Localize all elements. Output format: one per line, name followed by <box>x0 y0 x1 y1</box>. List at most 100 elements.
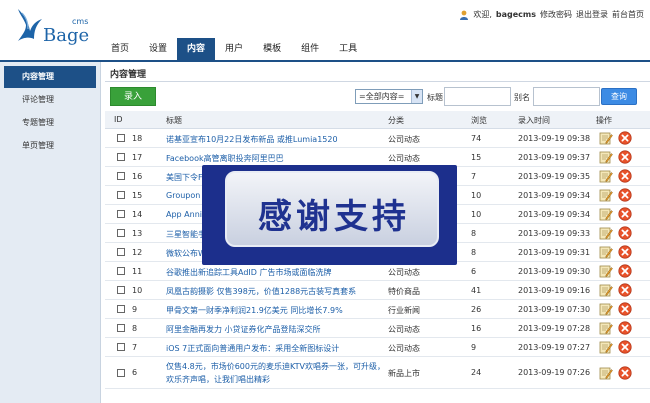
row-id: 11 <box>132 267 143 276</box>
delete-icon[interactable] <box>618 169 632 183</box>
row-title-link[interactable]: 仅售4.8元，市场价600元的麦乐迪KTV欢唱券一张，可升级，欢乐齐声唱，让我们… <box>166 360 388 386</box>
row-id: 7 <box>132 343 138 352</box>
row-title-link[interactable]: 谷歌推出新追踪工具AdID 广告市场或面临洗牌 <box>166 267 331 278</box>
nav-tab-tools[interactable]: 工具 <box>329 38 367 60</box>
add-entry-button[interactable]: 录入 <box>110 87 156 106</box>
delete-icon[interactable] <box>618 150 632 164</box>
row-id: 16 <box>132 172 143 181</box>
edit-icon[interactable] <box>599 226 613 240</box>
delete-icon[interactable] <box>618 188 632 202</box>
row-title-link[interactable]: 甲骨文第一财季净利润21.9亿美元 同比增长7.9% <box>166 305 343 316</box>
row-title-link[interactable]: 诺基亚宣布10月22日发布新品 或推Lumia1520 <box>166 134 338 145</box>
row-title-link[interactable]: Facebook高管离职投奔阿里巴巴 <box>166 153 284 164</box>
row-checkbox[interactable] <box>117 305 125 313</box>
row-time: 2013-09-19 07:27 <box>518 343 591 352</box>
row-title-link[interactable]: 阿里金融再发力 小贷证券化产品登陆深交所 <box>166 324 321 335</box>
row-title-link[interactable]: 微软公布W <box>166 248 206 259</box>
frontend-home-link[interactable]: 前台首页 <box>612 9 644 20</box>
delete-icon[interactable] <box>618 264 632 278</box>
edit-icon[interactable] <box>599 188 613 202</box>
row-title-link[interactable]: App Anni <box>166 210 202 219</box>
edit-icon[interactable] <box>599 245 613 259</box>
edit-icon[interactable] <box>599 264 613 278</box>
content-filter-select[interactable]: =全部内容= ▼ <box>355 89 423 104</box>
nav-tab-home[interactable]: 首页 <box>101 38 139 60</box>
row-id: 8 <box>132 324 138 333</box>
row-views: 9 <box>471 343 477 352</box>
row-title-link[interactable]: 凤凰古韵摄影 仅售398元，价值1288元古装写真套系 <box>166 286 356 297</box>
row-checkbox[interactable] <box>117 229 125 237</box>
row-category: 新品上市 <box>388 369 420 378</box>
delete-icon[interactable] <box>618 245 632 259</box>
watermark-panel: 感谢支持 <box>225 171 439 247</box>
row-title-link[interactable]: iOS 7正式面向普通用户发布：采用全新图标设计 <box>166 343 339 354</box>
edit-icon[interactable] <box>599 366 613 380</box>
sidebar-item-pages[interactable]: 单页管理 <box>0 135 100 157</box>
table-row: 18 诺基亚宣布10月22日发布新品 或推Lumia1520 公司动态 74 2013-… <box>105 129 650 148</box>
row-title-link[interactable]: 三星智能手 <box>166 229 206 240</box>
row-checkbox[interactable] <box>117 191 125 199</box>
sidebar-item-comments[interactable]: 评论管理 <box>0 89 100 111</box>
col-header-time: 录入时间 <box>518 116 550 125</box>
row-checkbox[interactable] <box>117 153 125 161</box>
row-title-link[interactable]: 美国下令F <box>166 172 203 183</box>
delete-icon[interactable] <box>618 226 632 240</box>
col-header-views: 浏览 <box>471 116 487 125</box>
row-checkbox[interactable] <box>117 210 125 218</box>
bagecms-logo[interactable]: Bage cms <box>14 7 94 47</box>
sidebar-item-content-manage[interactable]: 内容管理 <box>4 66 96 88</box>
change-password-link[interactable]: 修改密码 <box>540 9 572 20</box>
row-time: 2013-09-19 09:31 <box>518 248 591 257</box>
nav-tab-components[interactable]: 组件 <box>291 38 329 60</box>
row-time: 2013-09-19 09:38 <box>518 134 591 143</box>
title-divider <box>105 81 650 82</box>
row-category: 公司动态 <box>388 344 420 353</box>
delete-icon[interactable] <box>618 207 632 221</box>
delete-icon[interactable] <box>618 302 632 316</box>
row-views: 24 <box>471 368 482 377</box>
row-views: 7 <box>471 172 477 181</box>
row-checkbox[interactable] <box>117 134 125 142</box>
edit-icon[interactable] <box>599 302 613 316</box>
sidebar: 内容管理 评论管理 专题管理 单页管理 <box>0 62 101 403</box>
row-views: 16 <box>471 324 482 333</box>
delete-icon[interactable] <box>618 131 632 145</box>
title-search-input[interactable] <box>444 87 511 106</box>
delete-icon[interactable] <box>618 321 632 335</box>
row-checkbox[interactable] <box>117 343 125 351</box>
edit-icon[interactable] <box>599 321 613 335</box>
main-nav: 首页 设置 内容 用户 模板 组件 工具 <box>101 38 367 60</box>
row-views: 41 <box>471 286 482 295</box>
nav-tab-content[interactable]: 内容 <box>177 38 216 60</box>
logout-link[interactable]: 退出登录 <box>576 9 608 20</box>
nav-tab-templates[interactable]: 模板 <box>253 38 291 60</box>
edit-icon[interactable] <box>599 340 613 354</box>
bird-logo-icon <box>18 9 42 41</box>
nav-tab-settings[interactable]: 设置 <box>139 38 177 60</box>
sidebar-item-topics[interactable]: 专题管理 <box>0 112 100 134</box>
delete-icon[interactable] <box>618 283 632 297</box>
alias-search-input[interactable] <box>533 87 600 106</box>
edit-icon[interactable] <box>599 150 613 164</box>
row-checkbox[interactable] <box>117 248 125 256</box>
row-time: 2013-09-19 07:30 <box>518 305 591 314</box>
delete-icon[interactable] <box>618 340 632 354</box>
edit-icon[interactable] <box>599 207 613 221</box>
row-checkbox[interactable] <box>117 286 125 294</box>
search-button[interactable]: 查询 <box>601 88 637 105</box>
row-views: 8 <box>471 248 477 257</box>
user-icon <box>460 10 469 20</box>
row-time: 2013-09-19 09:33 <box>518 229 591 238</box>
logo-superscript: cms <box>72 17 89 26</box>
row-checkbox[interactable] <box>117 324 125 332</box>
row-checkbox[interactable] <box>117 369 125 377</box>
edit-icon[interactable] <box>599 283 613 297</box>
edit-icon[interactable] <box>599 169 613 183</box>
col-header-category: 分类 <box>388 116 404 125</box>
row-checkbox[interactable] <box>117 172 125 180</box>
nav-tab-users[interactable]: 用户 <box>215 38 253 60</box>
delete-icon[interactable] <box>618 366 632 380</box>
edit-icon[interactable] <box>599 131 613 145</box>
row-checkbox[interactable] <box>117 267 125 275</box>
row-title-link[interactable]: Groupon <box>166 191 200 200</box>
